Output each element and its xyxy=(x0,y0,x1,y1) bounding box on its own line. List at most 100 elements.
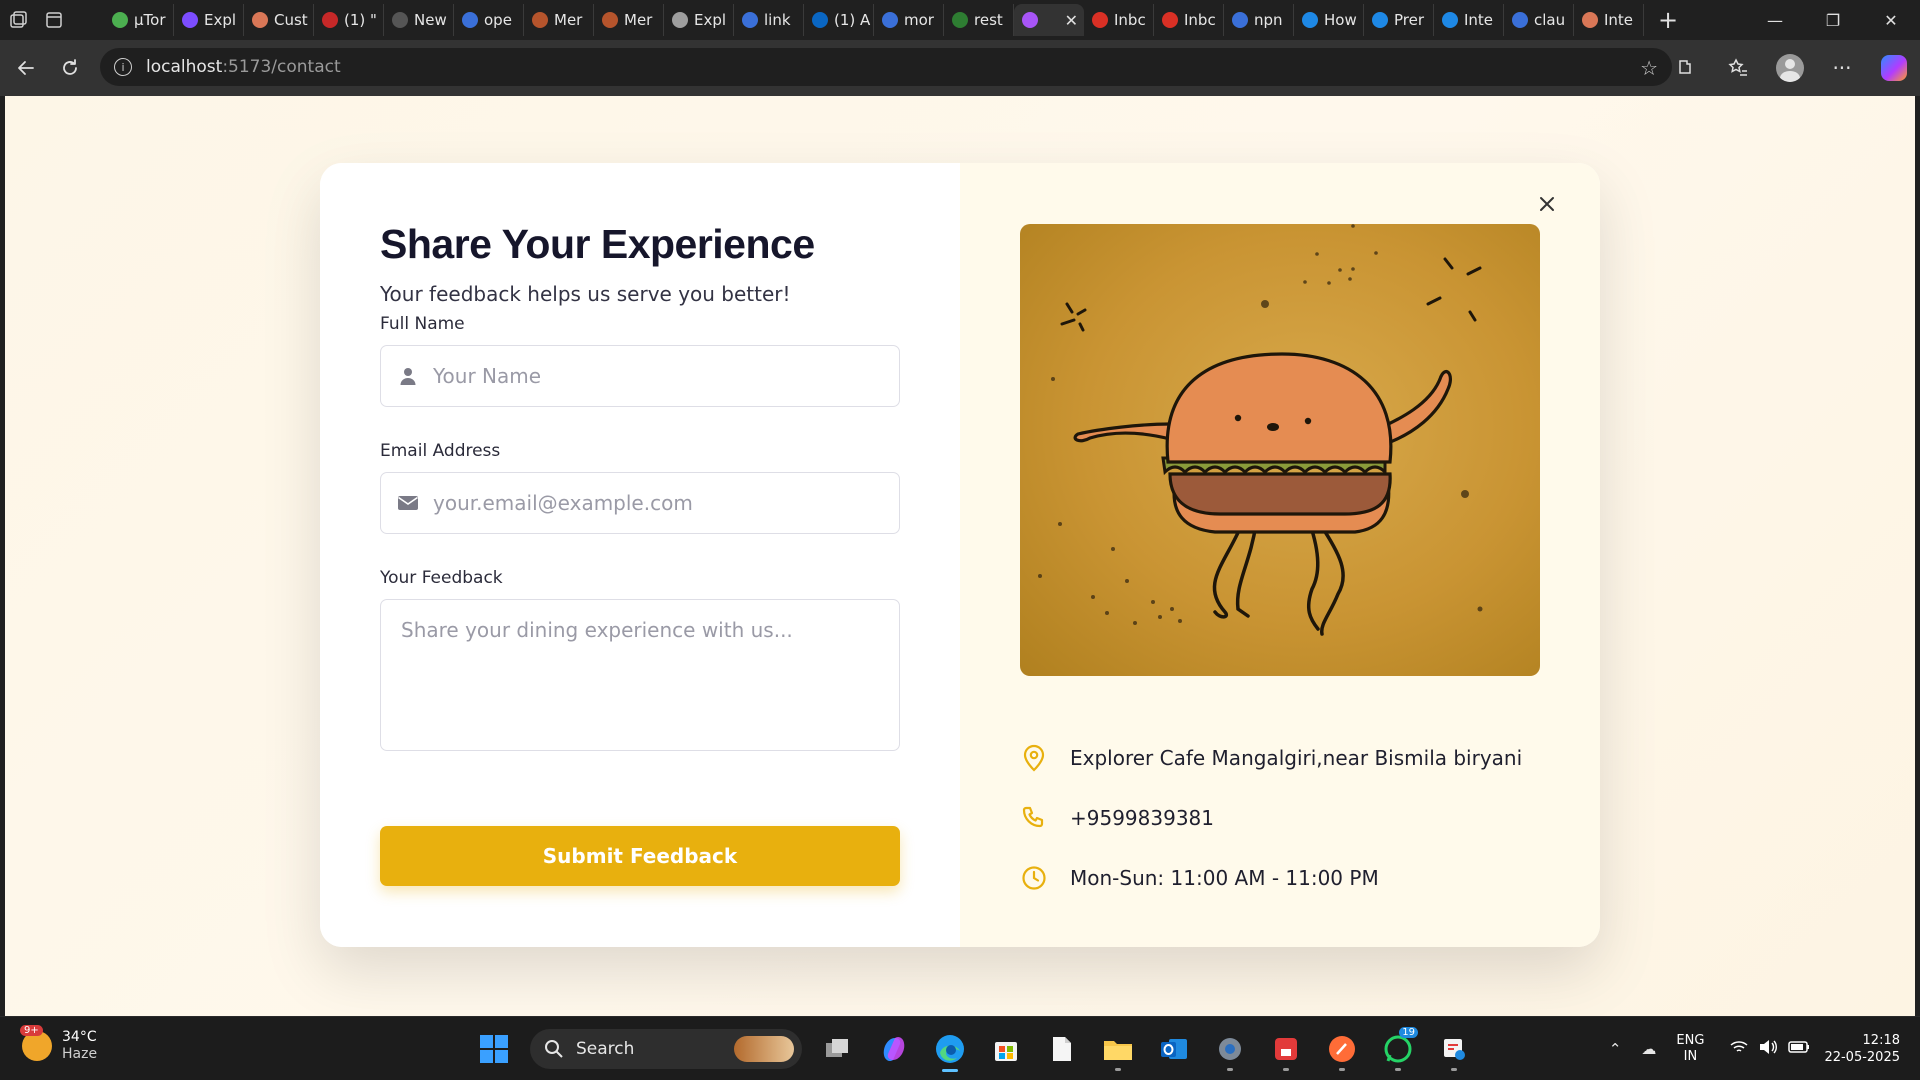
toolbar-right: ··· xyxy=(1660,40,1920,96)
dancing-burger-illustration xyxy=(1020,224,1540,676)
tab-label: Cust xyxy=(274,11,308,29)
copilot-button[interactable] xyxy=(1868,40,1920,96)
workspaces-icon[interactable] xyxy=(0,0,36,40)
tab-label: Inbc xyxy=(1184,11,1216,29)
profile-button[interactable] xyxy=(1764,40,1816,96)
tab[interactable]: mor xyxy=(874,4,944,36)
tab[interactable]: Prer xyxy=(1364,4,1434,36)
tab[interactable]: (1) " xyxy=(314,4,384,36)
address-bar[interactable]: i localhost:5173/contact ☆ xyxy=(100,48,1672,86)
file-explorer-icon[interactable] xyxy=(1094,1025,1142,1073)
name-input-wrapper[interactable] xyxy=(380,345,900,407)
minimize-button[interactable]: — xyxy=(1746,0,1804,40)
close-window-button[interactable]: ✕ xyxy=(1862,0,1920,40)
tab[interactable]: link xyxy=(734,4,804,36)
tab[interactable]: Mer xyxy=(594,4,664,36)
tab-favicon-icon xyxy=(952,12,968,28)
microsoft-store-icon[interactable] xyxy=(982,1025,1030,1073)
tab[interactable]: ope xyxy=(454,4,524,36)
favorite-star-icon[interactable]: ☆ xyxy=(1640,56,1658,80)
postman-icon[interactable] xyxy=(1318,1025,1366,1073)
snipping-tool-icon[interactable] xyxy=(1430,1025,1478,1073)
email-field-group: Email Address xyxy=(380,441,900,534)
tab-favicon-icon xyxy=(602,12,618,28)
tab[interactable]: Inte xyxy=(1434,4,1504,36)
tab-label: How xyxy=(1324,11,1357,29)
contact-card: Share Your Experience Your feedback help… xyxy=(320,163,1600,947)
vertical-tabs-icon[interactable] xyxy=(36,0,72,40)
tab[interactable]: npn xyxy=(1224,4,1294,36)
temperature: 34°C xyxy=(62,1029,97,1045)
system-clock[interactable]: 12:18 22-05-2025 xyxy=(1824,1032,1900,1066)
tab-label: Inte xyxy=(1604,11,1634,29)
tab-label: npn xyxy=(1254,11,1283,29)
phone-row: +9599839381 xyxy=(1020,804,1214,832)
tab-favicon-icon xyxy=(1512,12,1528,28)
tab[interactable]: How xyxy=(1294,4,1364,36)
red-app-icon[interactable] xyxy=(1262,1025,1310,1073)
tab[interactable]: (1) A xyxy=(804,4,874,36)
back-button[interactable] xyxy=(4,46,48,90)
outlook-icon[interactable] xyxy=(1150,1025,1198,1073)
weather-widget[interactable]: 9+ 34°C Haze xyxy=(20,1025,97,1063)
extensions-icon[interactable] xyxy=(1660,40,1712,96)
tab-favicon-icon xyxy=(1232,12,1248,28)
taskbar-search[interactable]: Search xyxy=(530,1029,802,1069)
start-button[interactable] xyxy=(470,1025,518,1073)
tab[interactable]: Inbc xyxy=(1084,4,1154,36)
tab-label: µTor xyxy=(134,11,166,29)
tab[interactable]: Mer xyxy=(524,4,594,36)
settings-gear-icon[interactable] xyxy=(1206,1025,1254,1073)
tab-favicon-icon xyxy=(252,12,268,28)
tab-label: Mer xyxy=(624,11,653,29)
close-icon[interactable] xyxy=(1532,189,1562,219)
task-view-icon[interactable] xyxy=(814,1025,862,1073)
tab[interactable]: Cust xyxy=(244,4,314,36)
notepad-file-icon[interactable] xyxy=(1038,1025,1086,1073)
new-tab-button[interactable]: + xyxy=(1650,4,1686,36)
tab-label: rest xyxy=(974,11,1003,29)
tab[interactable]: Expl xyxy=(174,4,244,36)
feedback-textarea[interactable] xyxy=(380,599,900,751)
tab-label: Inte xyxy=(1464,11,1494,29)
email-input-wrapper[interactable] xyxy=(380,472,900,534)
info-panel: Explorer Cafe Mangalgiri,near Bismila bi… xyxy=(960,163,1600,947)
tab-active[interactable]: ✕ xyxy=(1014,4,1084,36)
system-tray: ⌃ ☁ ENG IN 12:18 22-05-2025 xyxy=(1609,1017,1900,1080)
whatsapp-icon[interactable]: 19 xyxy=(1374,1025,1422,1073)
tab[interactable]: New xyxy=(384,4,454,36)
edge-browser-icon[interactable] xyxy=(926,1025,974,1073)
site-info-icon[interactable]: i xyxy=(114,58,132,76)
wifi-icon[interactable] xyxy=(1730,1040,1748,1058)
restore-button[interactable]: ❐ xyxy=(1804,0,1862,40)
battery-icon[interactable] xyxy=(1788,1040,1810,1058)
feedback-field-group: Your Feedback xyxy=(380,568,900,755)
tab[interactable]: clau xyxy=(1504,4,1574,36)
tab[interactable]: Inte xyxy=(1574,4,1644,36)
phone-icon xyxy=(1020,804,1048,832)
chevron-up-icon[interactable]: ⌃ xyxy=(1609,1040,1622,1058)
browser-toolbar: i localhost:5173/contact ☆ ··· xyxy=(0,40,1920,96)
feedback-form: Share Your Experience Your feedback help… xyxy=(320,163,960,947)
tab-favicon-icon xyxy=(322,12,338,28)
weather-sun-icon: 9+ xyxy=(20,1025,52,1061)
tab-label: Mer xyxy=(554,11,583,29)
tab[interactable]: Expl xyxy=(664,4,734,36)
more-menu-icon[interactable]: ··· xyxy=(1816,40,1868,96)
tab[interactable]: rest xyxy=(944,4,1014,36)
onedrive-icon[interactable]: ☁ xyxy=(1641,1040,1656,1058)
email-input[interactable] xyxy=(433,491,873,515)
clock-date: 22-05-2025 xyxy=(1824,1050,1900,1065)
tab[interactable]: Inbc xyxy=(1154,4,1224,36)
language-indicator[interactable]: ENG IN xyxy=(1676,1033,1704,1065)
submit-feedback-button[interactable]: Submit Feedback xyxy=(380,826,900,886)
volume-icon[interactable] xyxy=(1758,1039,1778,1059)
taskbar-apps: Search 19 xyxy=(470,1025,1478,1073)
tab[interactable]: µTor xyxy=(104,4,174,36)
favorites-icon[interactable] xyxy=(1712,40,1764,96)
reload-button[interactable] xyxy=(48,46,92,90)
tab-favicon-icon xyxy=(182,12,198,28)
name-input[interactable] xyxy=(433,364,873,388)
copilot-app-icon[interactable] xyxy=(870,1025,918,1073)
tab-close-icon[interactable]: ✕ xyxy=(1065,11,1078,30)
